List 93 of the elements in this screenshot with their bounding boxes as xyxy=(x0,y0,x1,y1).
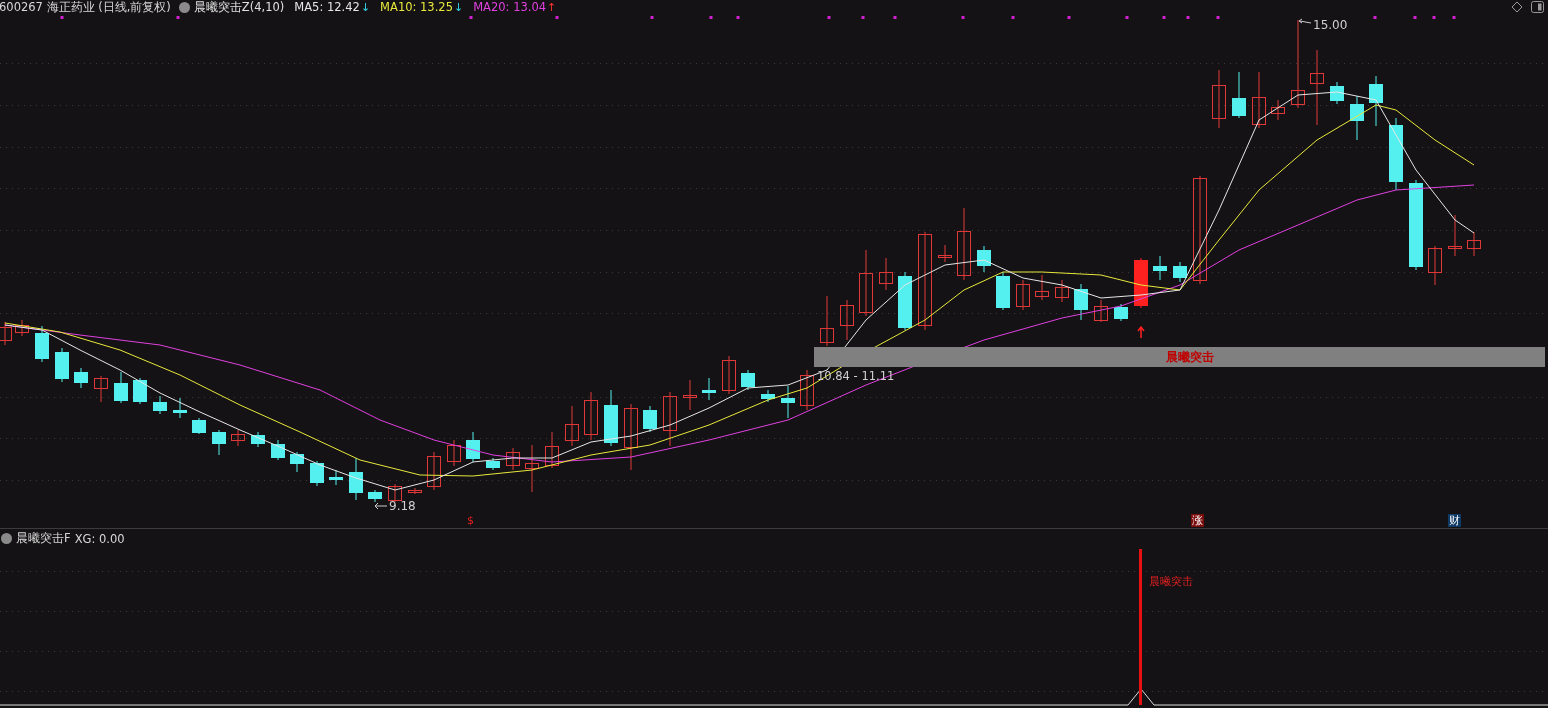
pointer-arrow-icon xyxy=(374,502,388,510)
indicator-value: XG: 0.00 xyxy=(74,531,125,546)
candlestick xyxy=(74,367,88,389)
candlestick xyxy=(1035,274,1049,301)
moving-average-value: MA5: 12.42 xyxy=(294,0,360,14)
low-price-label: 9.18 xyxy=(389,499,416,513)
candlestick xyxy=(977,245,991,273)
pointer-arrow-icon xyxy=(1298,18,1312,26)
trend-arrow: ↓ xyxy=(453,0,464,14)
event-marker[interactable]: $ xyxy=(466,514,475,527)
candlestick xyxy=(1114,303,1128,322)
candlestick xyxy=(310,460,324,487)
candlestick xyxy=(879,257,893,291)
candlestick xyxy=(859,249,873,317)
signal-arrow-icon xyxy=(1137,326,1145,338)
dropdown-icon[interactable] xyxy=(178,1,190,13)
trend-arrow: ↑ xyxy=(547,0,557,14)
candlestick xyxy=(447,439,461,467)
candlestick xyxy=(231,429,245,447)
stock-title: 600267 海正药业 (日线,前复权) xyxy=(0,0,171,15)
candlestick xyxy=(1271,99,1285,121)
candlestick xyxy=(0,321,12,346)
candlestick xyxy=(1232,71,1246,119)
diamond-icon[interactable] xyxy=(1511,1,1523,13)
candlestick xyxy=(290,451,304,473)
candlestick xyxy=(212,429,226,456)
candlestick xyxy=(1330,81,1344,105)
candlestick xyxy=(1350,95,1364,141)
candlestick xyxy=(525,444,539,493)
candlestick xyxy=(643,405,657,433)
candlestick xyxy=(938,244,952,263)
moving-average-value: MA20: 13.04 xyxy=(473,0,547,14)
dropdown-icon[interactable] xyxy=(1,533,12,544)
candlestick xyxy=(1074,283,1088,321)
candlestick xyxy=(1252,71,1266,129)
candlestick xyxy=(820,295,834,347)
candlestick xyxy=(800,369,814,411)
candlestick xyxy=(192,417,206,435)
candlestick xyxy=(898,271,912,331)
signal-candlestick xyxy=(1134,257,1148,309)
candlestick xyxy=(368,489,382,503)
candlestick xyxy=(1055,279,1069,303)
candlestick xyxy=(466,431,480,463)
candlestick xyxy=(486,457,500,471)
candlestick xyxy=(565,405,579,447)
trend-arrow: ↓ xyxy=(360,0,371,14)
candlestick xyxy=(153,395,167,415)
candlestick xyxy=(1153,255,1167,281)
candlestick xyxy=(1369,75,1383,127)
indicator-name: 晨曦突击F xyxy=(16,531,71,546)
candlestick xyxy=(35,325,49,363)
high-price-label: 15.00 xyxy=(1313,18,1348,32)
candlestick xyxy=(1173,261,1187,283)
candlestick xyxy=(408,487,422,495)
candlestick xyxy=(741,369,755,391)
candlestick xyxy=(1212,69,1226,129)
candlestick xyxy=(584,391,598,441)
candlestick xyxy=(173,397,187,419)
candlestick xyxy=(624,403,638,471)
moving-average-value: MA10: 13.25 xyxy=(380,0,453,14)
candlestick xyxy=(114,371,128,404)
candlestick xyxy=(55,347,69,383)
candlestick xyxy=(427,451,441,491)
candlestick xyxy=(349,457,363,501)
candlestick xyxy=(133,377,147,405)
candlestick xyxy=(781,385,795,419)
candlestick xyxy=(506,447,520,471)
candlestick xyxy=(1428,245,1442,286)
candlestick xyxy=(251,431,265,448)
signal-label: 晨曦突击 xyxy=(1165,348,1214,366)
candlestick xyxy=(271,439,285,461)
candlestick xyxy=(1467,231,1481,257)
candlestick xyxy=(722,355,736,395)
candlestick xyxy=(15,319,29,337)
candlestick xyxy=(388,483,402,503)
indicator-name: 晨曦突击Z(4,10) xyxy=(193,0,285,15)
event-marker[interactable]: 财 xyxy=(1448,514,1461,527)
candlestick xyxy=(996,271,1010,311)
candlestick xyxy=(702,377,716,401)
candlestick xyxy=(663,391,677,447)
candlestick xyxy=(840,299,854,341)
candlestick xyxy=(683,379,697,411)
candlestick xyxy=(329,469,343,486)
candlestick xyxy=(545,431,559,469)
candlestick xyxy=(1094,299,1108,323)
candlestick xyxy=(761,389,775,403)
signal-label: 晨曦突击 xyxy=(1149,574,1193,589)
candlestick xyxy=(1016,279,1030,311)
candlestick xyxy=(1448,214,1462,257)
event-marker[interactable]: 涨 xyxy=(1191,514,1204,527)
candlestick xyxy=(94,375,108,403)
panel-toggle-icon[interactable] xyxy=(1531,1,1544,13)
candlestick xyxy=(604,389,618,447)
